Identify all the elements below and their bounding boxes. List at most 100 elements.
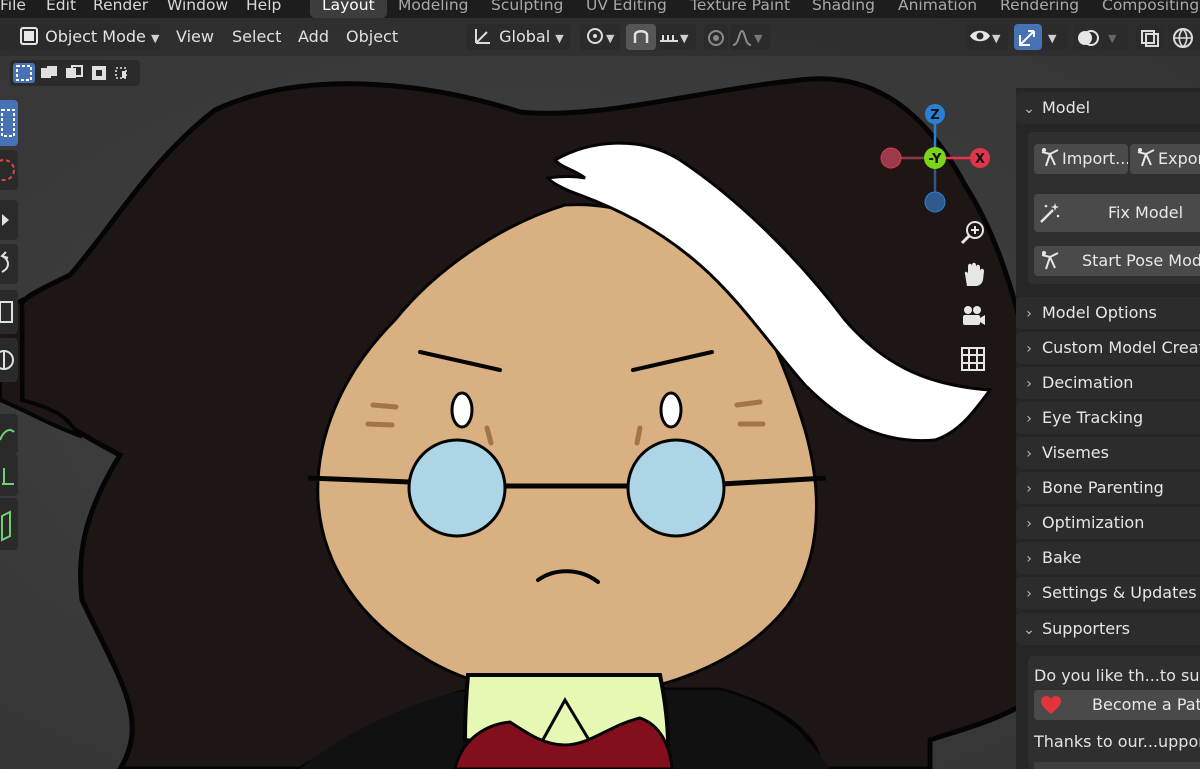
snap-target-dropdown[interactable]: ▼ (656, 24, 696, 50)
select-new-button[interactable] (13, 63, 35, 83)
pivot-point-dropdown[interactable]: ▼ (580, 24, 620, 50)
gizmo-neg-z-axis[interactable] (924, 191, 946, 213)
add-cube-icon (1, 510, 11, 542)
pan-button[interactable] (958, 260, 988, 290)
menu-file[interactable]: File (0, 0, 26, 18)
panel-settings-updates[interactable]: › Settings & Updates (1016, 577, 1200, 609)
tab-modeling[interactable]: Modeling (398, 0, 469, 18)
tab-animation[interactable]: Animation (898, 0, 977, 18)
mode-label: Object Mode (45, 27, 146, 46)
gizmo-z-label: Z (930, 108, 939, 123)
pan-hand-icon (964, 262, 984, 286)
overlays-dropdown[interactable]: ▼ (1102, 24, 1128, 50)
eye-left (450, 391, 474, 429)
gizmo-x-label: X (975, 152, 985, 167)
select-extend-button[interactable] (38, 63, 60, 83)
overlays-toggle[interactable] (1074, 24, 1102, 50)
panel-decimation[interactable]: › Decimation (1016, 367, 1200, 399)
chevron-right-icon: › (1026, 306, 1032, 322)
tab-rendering[interactable]: Rendering (1000, 0, 1079, 18)
panel-label: Settings & Updates (1042, 583, 1197, 602)
tool-rotate[interactable] (0, 244, 18, 284)
chevron-right-icon: › (1026, 586, 1032, 602)
snap-toggle[interactable] (626, 24, 656, 50)
mode-dropdown[interactable]: Object Mode ▼ (14, 24, 160, 50)
xray-toggle[interactable] (1136, 24, 1164, 50)
editor-type-button[interactable] (0, 24, 14, 50)
start-pose-mode-label: Start Pose Mode (1082, 251, 1200, 270)
tool-cursor[interactable] (0, 150, 18, 190)
tab-texture-paint[interactable]: Texture Paint (690, 0, 790, 18)
magic-wand-icon (1038, 201, 1062, 225)
menu-add[interactable]: Add (298, 24, 329, 50)
gizmo-toggle[interactable] (1014, 24, 1042, 50)
chevron-right-icon: › (1026, 376, 1032, 392)
tab-compositing[interactable]: Compositing (1102, 0, 1199, 18)
overlays-icon (1074, 25, 1102, 51)
move-arrow-icon (2, 214, 9, 226)
menu-select[interactable]: Select (232, 24, 281, 50)
falloff-dropdown[interactable]: ▼ (730, 24, 770, 50)
tool-measure[interactable] (0, 454, 18, 496)
panel-label: Model Options (1042, 303, 1157, 322)
ortho-grid-icon (961, 347, 985, 371)
select-subtract-button[interactable] (63, 63, 85, 83)
select-box-icon (1, 109, 15, 137)
select-invert-icon (92, 66, 106, 80)
chevron-down-icon: ▼ (150, 32, 160, 45)
panel-model-options[interactable]: › Model Options (1016, 297, 1200, 329)
select-intersect-icon (115, 67, 127, 79)
tool-select-box[interactable] (0, 100, 18, 146)
tool-move[interactable] (0, 200, 18, 240)
gizmo-options-dropdown[interactable]: ▼ (1042, 24, 1068, 50)
menu-help[interactable]: Help (246, 0, 281, 18)
panel-eye-tracking[interactable]: › Eye Tracking (1016, 402, 1200, 434)
select-invert-button[interactable] (88, 63, 110, 83)
camera-view-button[interactable] (958, 302, 988, 332)
export-label: Export (1158, 149, 1200, 168)
wireframe-shading-button[interactable] (1168, 24, 1200, 50)
panel-custom-model-creation[interactable]: › Custom Model Creation (1016, 332, 1200, 364)
tab-sculpting[interactable]: Sculpting (491, 0, 563, 18)
gizmo-neg-x-axis[interactable] (880, 147, 902, 169)
proportional-circle-icon (704, 25, 728, 51)
menu-window[interactable]: Window (167, 0, 228, 18)
tool-annotate[interactable] (0, 414, 18, 454)
menu-edit[interactable]: Edit (46, 0, 76, 18)
tool-add-cube[interactable] (0, 498, 18, 550)
tool-scale[interactable] (0, 290, 18, 334)
zoom-button[interactable] (958, 218, 988, 248)
navigation-gizmo[interactable]: Z -Y X (874, 102, 998, 222)
panel-supporters-header[interactable]: ⌄ Supporters (1016, 613, 1200, 645)
supporters-question-text: Do you like th...to support (1034, 666, 1200, 685)
scale-icon (0, 301, 13, 323)
import-label: Import... (1062, 149, 1128, 168)
panel-bone-parenting[interactable]: › Bone Parenting (1016, 472, 1200, 504)
tab-uv-editing[interactable]: UV Editing (586, 0, 667, 18)
panel-optimization[interactable]: › Optimization (1016, 507, 1200, 539)
import-button[interactable]: Import... (1034, 144, 1128, 174)
tool-transform[interactable] (0, 338, 18, 382)
ortho-toggle-button[interactable] (958, 344, 988, 374)
export-button[interactable]: Export (1130, 144, 1200, 174)
select-intersect-button[interactable] (113, 63, 135, 83)
start-pose-mode-button[interactable]: Start Pose Mode (1034, 246, 1200, 276)
tab-layout[interactable]: Layout (310, 0, 387, 18)
eye-icon (968, 24, 992, 48)
proportional-edit-toggle[interactable] (704, 24, 728, 50)
zoom-icon (960, 221, 984, 245)
menu-view[interactable]: View (176, 24, 214, 50)
panel-model-header[interactable]: ⌄ Model (1016, 92, 1200, 124)
object-mode-icon (18, 25, 40, 47)
become-patron-button[interactable]: Become a Patron (1034, 690, 1200, 720)
chevron-down-icon: ▼ (992, 32, 1001, 45)
menu-render[interactable]: Render (93, 0, 148, 18)
visibility-dropdown[interactable]: ▼ (966, 24, 1008, 50)
transform-orientation-dropdown[interactable]: Global ▼ (466, 24, 570, 50)
panel-label: Optimization (1042, 513, 1145, 532)
panel-bake[interactable]: › Bake (1016, 542, 1200, 574)
tab-shading[interactable]: Shading (812, 0, 875, 18)
menu-object[interactable]: Object (346, 24, 398, 50)
fix-model-button[interactable]: Fix Model (1034, 194, 1200, 232)
panel-visemes[interactable]: › Visemes (1016, 437, 1200, 469)
